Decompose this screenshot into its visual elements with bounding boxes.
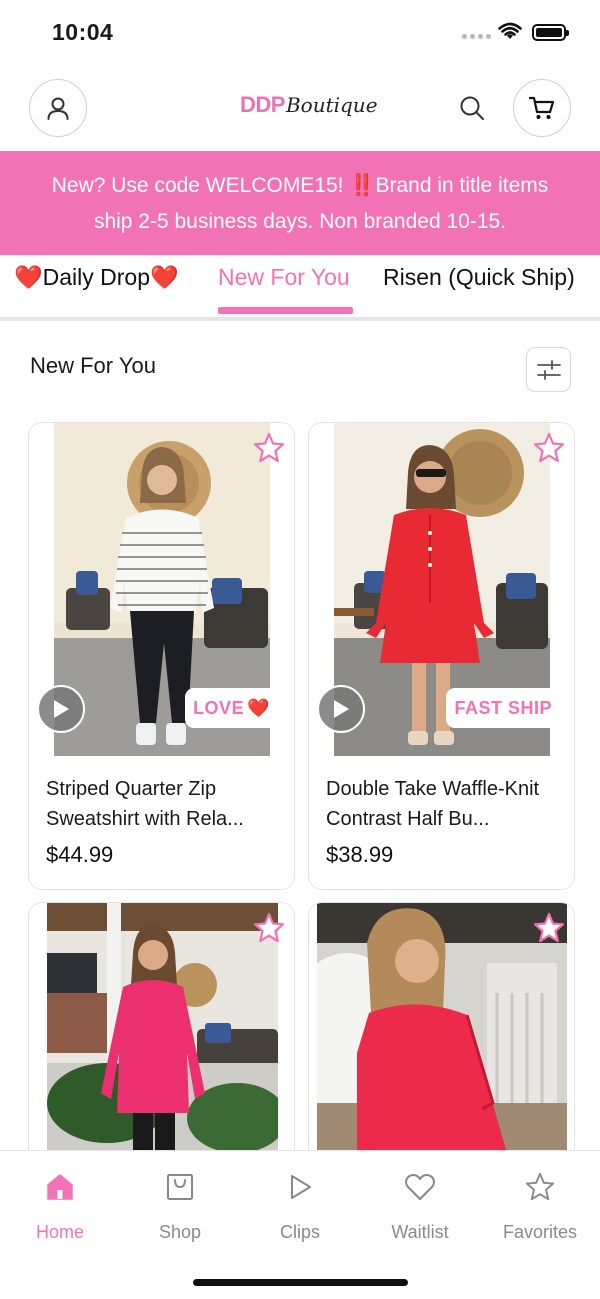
app-header: DDP Boutique <box>0 70 600 146</box>
shopping-bag-icon <box>167 1174 193 1200</box>
product-info: Double Take Waffle-Knit Contrast Half Bu… <box>326 774 564 868</box>
filter-button[interactable] <box>526 347 571 392</box>
brand-logo[interactable]: DDP Boutique <box>240 92 378 118</box>
tab-daily-drop[interactable]: ❤️Daily Drop❤️ <box>14 264 179 291</box>
status-time: 10:04 <box>52 19 114 45</box>
nav-waitlist-label: Waitlist <box>391 1222 449 1242</box>
play-outline-icon <box>291 1175 311 1199</box>
sliders-icon <box>536 359 561 380</box>
promo-text-suffix: Brand in title items <box>375 174 549 197</box>
app-screen: 10:04 DDP Boutique New? Use code WELCOME… <box>0 0 600 1299</box>
promo-text-prefix: New? Use code WELCOME15! <box>51 174 350 197</box>
logo-ddp-text: DDP <box>240 92 285 117</box>
heart-icon: ❤️ <box>247 697 270 718</box>
play-icon <box>54 700 69 718</box>
battery-icon <box>532 24 569 41</box>
active-tab-indicator <box>218 307 353 314</box>
tab-daily-drop-label: Daily Drop <box>42 264 151 290</box>
cart-button[interactable] <box>513 79 571 137</box>
play-icon <box>334 700 349 718</box>
nav-home-label: Home <box>35 1222 84 1242</box>
play-video-button[interactable] <box>37 685 85 733</box>
tab-risen-quick-ship[interactable]: Risen (Quick Ship) <box>383 264 575 291</box>
nav-favorites[interactable]: Favorites <box>480 1167 600 1243</box>
product-name[interactable]: Double Take Waffle-Knit Contrast Half Bu… <box>326 774 564 834</box>
play-video-button[interactable] <box>317 685 365 733</box>
home-indicator[interactable] <box>193 1279 408 1286</box>
product-info: Striped Quarter Zip Sweatshirt with Rela… <box>46 774 284 868</box>
product-tag-label: FAST SHIP <box>454 697 552 718</box>
heart-icon: ❤️ <box>150 264 179 290</box>
search-icon <box>460 96 484 120</box>
nav-waitlist[interactable]: Waitlist <box>360 1167 480 1243</box>
bottom-navigation: Home Shop Clips Waitlist Favorites <box>0 1150 600 1299</box>
heart-icon: ❤️ <box>14 264 43 290</box>
favorite-star-icon[interactable] <box>532 431 566 465</box>
product-image[interactable] <box>317 903 567 1161</box>
heart-outline-icon <box>405 1174 435 1200</box>
favorite-star-icon[interactable] <box>252 911 286 945</box>
promo-banner-line-2: ship 2-5 business days. Non branded 10-1… <box>93 210 507 233</box>
wifi-icon <box>498 22 522 39</box>
star-outline-icon <box>525 1172 555 1201</box>
product-card[interactable] <box>28 902 295 1162</box>
favorite-star-icon[interactable] <box>252 431 286 465</box>
promo-banner[interactable]: New? Use code WELCOME15! ‼️Brand in titl… <box>0 151 600 255</box>
person-icon <box>47 97 69 120</box>
nav-clips[interactable]: Clips <box>240 1167 360 1243</box>
nav-shop[interactable]: Shop <box>120 1167 240 1243</box>
product-name[interactable]: Striped Quarter Zip Sweatshirt with Rela… <box>46 774 284 834</box>
status-bar: 10:04 <box>0 0 600 66</box>
promo-banner-line-1: New? Use code WELCOME15! ‼️Brand in titl… <box>0 168 600 204</box>
favorite-star-icon[interactable] <box>532 911 566 945</box>
product-tag: LOVE ❤️ <box>185 688 278 728</box>
logo-boutique-text: Boutique <box>285 93 378 117</box>
product-card[interactable] <box>308 902 575 1162</box>
double-exclamation-icon: ‼️ <box>349 174 376 197</box>
nav-home[interactable]: Home <box>0 1167 120 1243</box>
tab-new-for-you[interactable]: New For You <box>218 264 350 291</box>
product-price: $44.99 <box>46 842 114 867</box>
nav-favorites-label: Favorites <box>502 1222 578 1242</box>
section-title: New For You <box>30 353 156 378</box>
search-button[interactable] <box>452 88 492 128</box>
product-price: $38.99 <box>326 842 394 867</box>
product-tag: FAST SHIP <box>446 688 560 728</box>
product-tag-label: LOVE <box>193 697 245 718</box>
home-icon <box>47 1174 73 1200</box>
profile-button[interactable] <box>29 79 87 137</box>
nav-clips-label: Clips <box>279 1222 320 1242</box>
signal-icon <box>462 34 491 39</box>
product-image[interactable] <box>47 903 278 1161</box>
cart-icon <box>528 96 555 119</box>
category-tabs: ❤️Daily Drop❤️ New For You Risen (Quick … <box>0 255 600 321</box>
product-card[interactable]: LOVE ❤️ Striped Quarter Zip Sweatshirt wi… <box>28 422 295 890</box>
nav-shop-label: Shop <box>158 1222 202 1242</box>
product-card[interactable]: FAST SHIP Double Take Waffle-Knit Contra… <box>308 422 575 890</box>
